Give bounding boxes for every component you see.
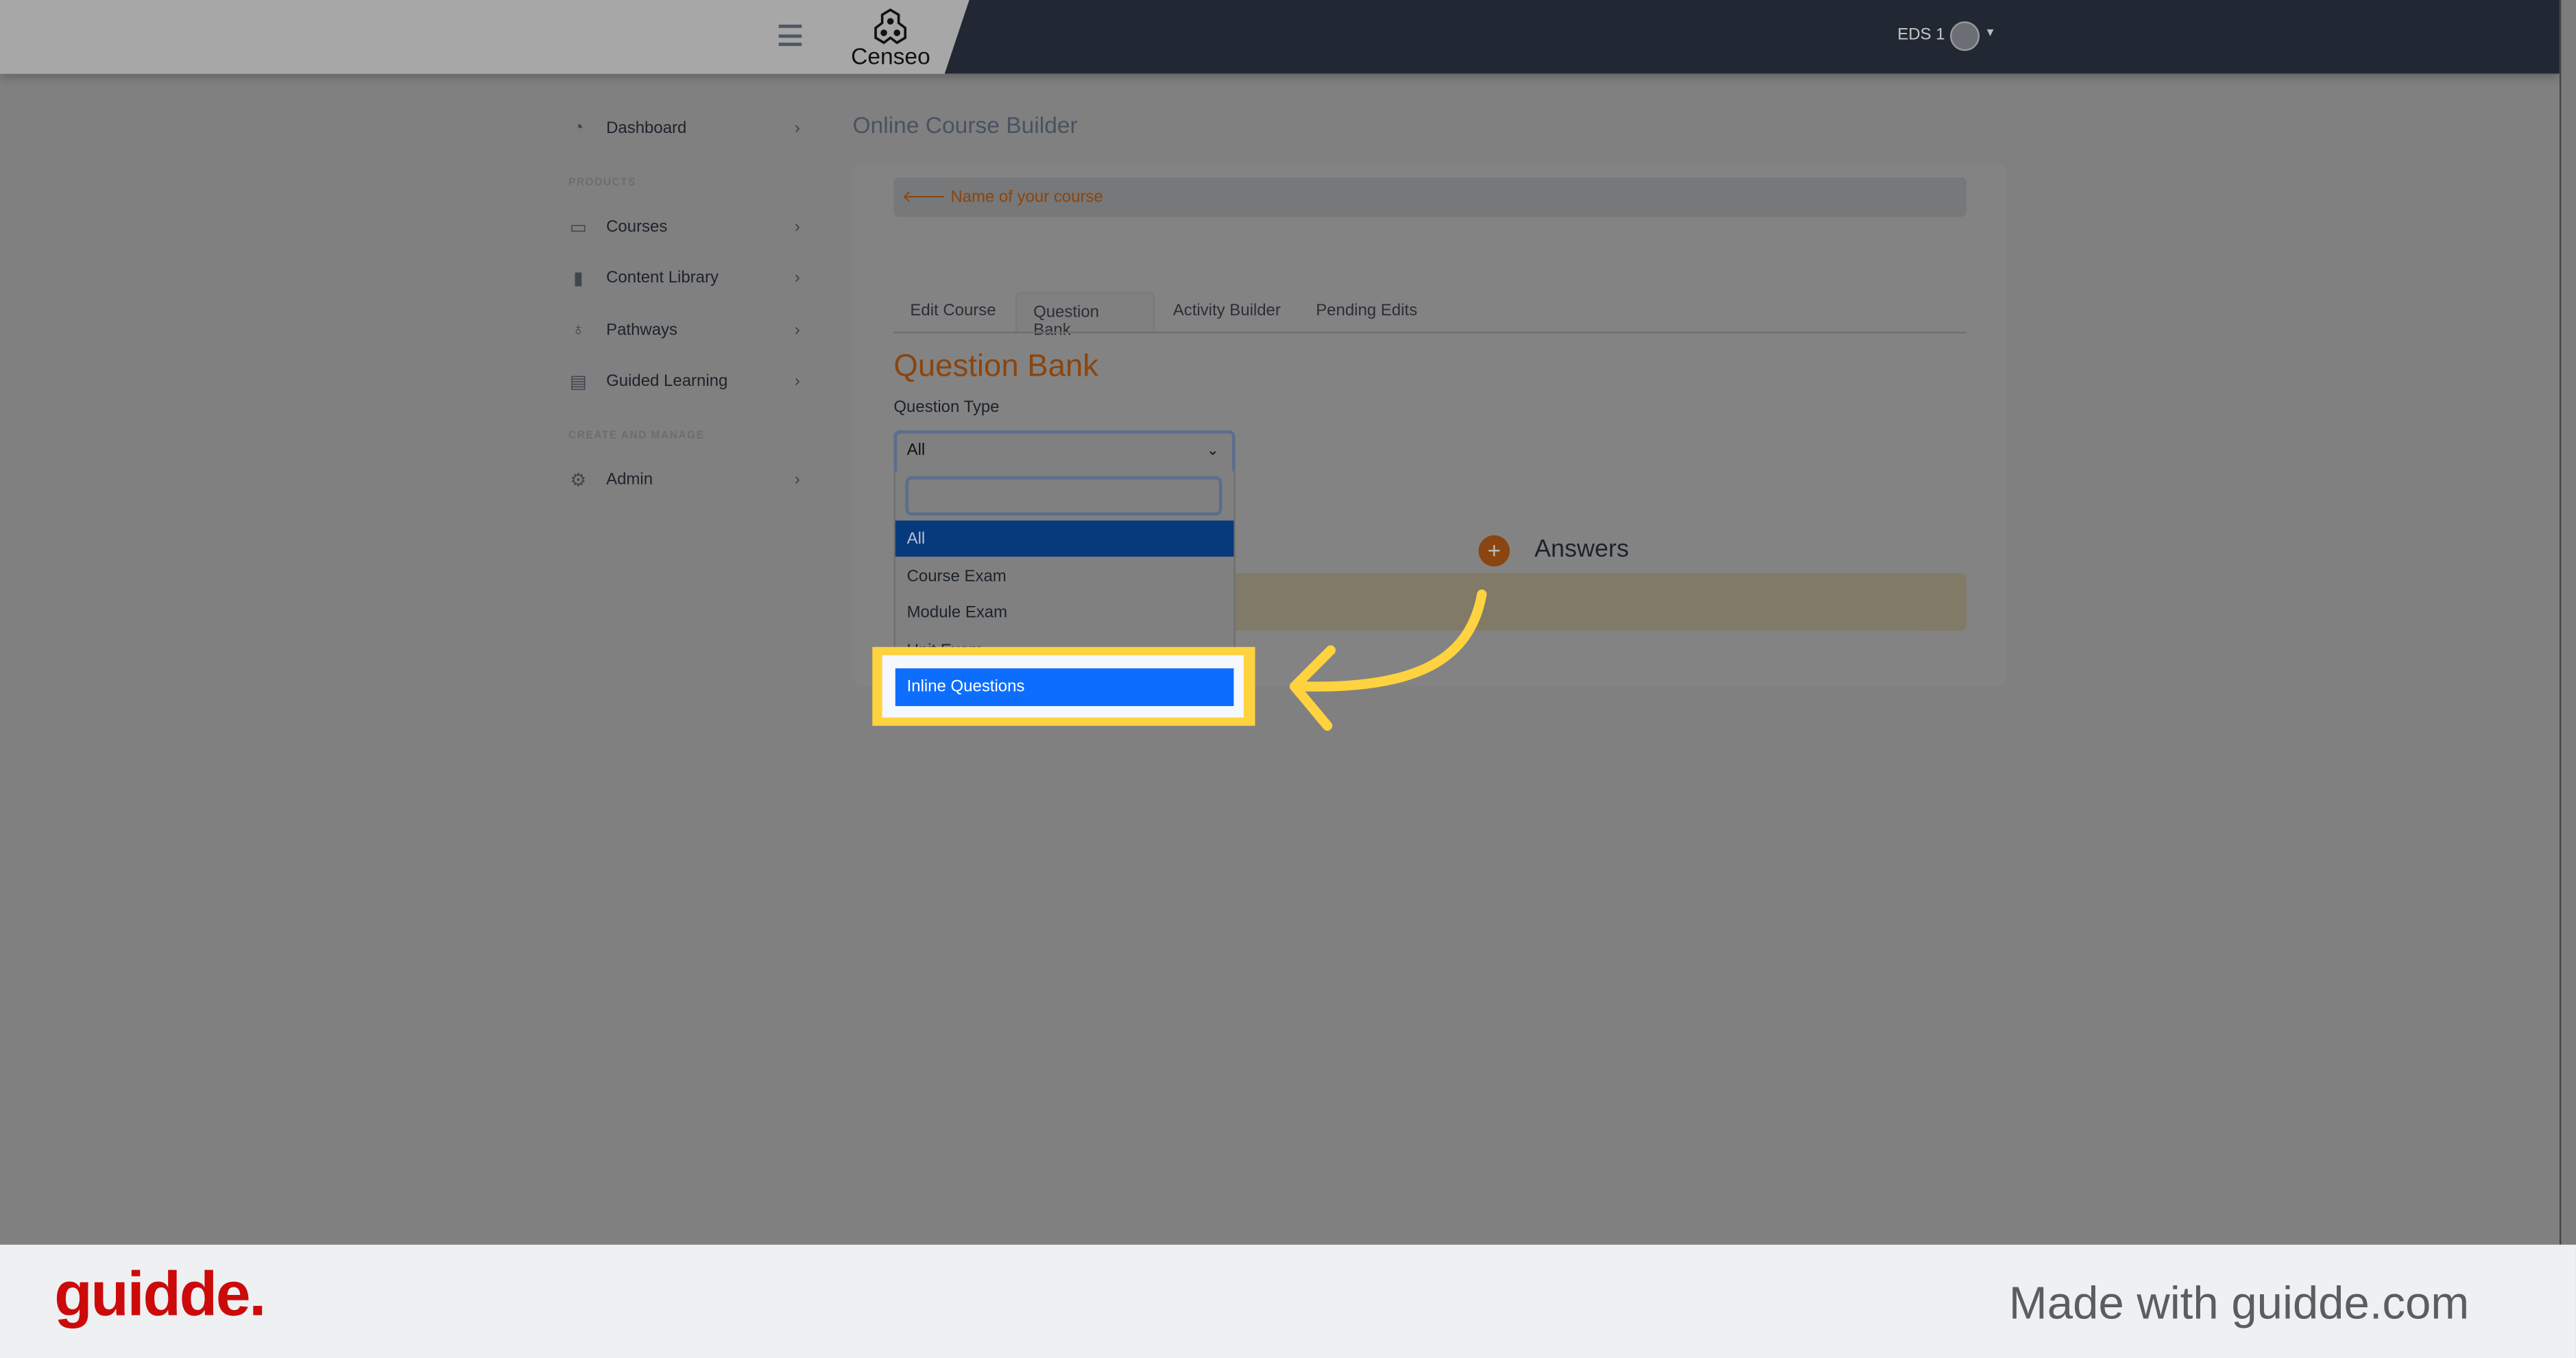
arrow-left-icon: 🡐 — [902, 189, 951, 207]
made-with-text: Made with guidde.com — [2008, 1277, 2470, 1329]
award-icon: ♁ — [571, 320, 586, 340]
header-dark-band — [944, 0, 2560, 74]
page-title: Online Course Builder — [852, 111, 1078, 138]
sidebar-item-dashboard[interactable]: ◔ Dashboard › — [568, 112, 806, 145]
answers-label: Answers — [1534, 535, 1629, 563]
censeo-logo-icon — [874, 8, 906, 45]
caret-down-icon[interactable]: ▼ — [1984, 28, 1996, 40]
sidebar-item-label: Courses — [606, 217, 668, 236]
user-name[interactable]: EDS 1 — [1897, 26, 1945, 44]
gauge-icon: ◔ — [573, 118, 584, 138]
pointer-arrow-icon — [1289, 589, 1487, 731]
sidebar-item-courses[interactable]: ▭ Courses › — [568, 210, 806, 243]
gear-icon: ⚙ — [570, 470, 587, 491]
sidebar-item-pathways[interactable]: ♁ Pathways › — [568, 314, 806, 347]
scrollbar[interactable] — [2559, 0, 2576, 1245]
option-module-exam[interactable]: Module Exam — [895, 594, 1234, 631]
clipboard-icon: ▤ — [569, 372, 587, 392]
sidebar-item-guided-learning[interactable]: ▤ Guided Learning › — [568, 365, 806, 398]
back-link[interactable]: 🡐 Name of your course — [893, 177, 1967, 217]
add-answer-plus-icon[interactable]: + — [1478, 535, 1510, 567]
chevron-right-icon: › — [794, 119, 800, 138]
chalkboard-icon: ▭ — [569, 217, 587, 238]
hamburger-menu-icon[interactable] — [778, 24, 802, 47]
sidebar-item-label: Content Library — [606, 268, 719, 287]
sidebar-item-admin[interactable]: ⚙ Admin › — [568, 463, 806, 496]
chevron-right-icon: › — [794, 268, 800, 287]
logo-text: Censeo — [851, 43, 930, 69]
sidebar-item-label: Guided Learning — [606, 372, 728, 390]
section-create-manage: CREATE AND MANAGE — [568, 430, 705, 442]
tab-pending-edits[interactable]: Pending Edits — [1299, 292, 1434, 331]
guidde-logo: guidde. — [54, 1261, 266, 1331]
chevron-right-icon: › — [794, 217, 800, 236]
option-inline-questions[interactable]: Inline Questions — [895, 668, 1234, 707]
tab-activity-builder[interactable]: Activity Builder — [1157, 292, 1297, 331]
chevron-right-icon: › — [794, 321, 800, 339]
screen: Censeo EDS 1 ▼ ◔ Dashboard › PRODUCTS ▭ Cou… — [0, 0, 2576, 1358]
chevron-down-icon: ⌄ — [1206, 441, 1219, 459]
sidebar-item-label: Admin — [606, 470, 653, 489]
back-link-text: Name of your course — [950, 189, 1103, 207]
book-icon: ▮ — [573, 268, 583, 289]
sidebar-item-label: Dashboard — [606, 119, 687, 138]
chevron-right-icon: › — [794, 372, 800, 390]
tab-question-bank[interactable]: Question Bank — [1015, 292, 1155, 340]
chevron-right-icon: › — [794, 470, 800, 489]
dropdown-search-input[interactable] — [905, 476, 1223, 516]
sidebar-item-content-library[interactable]: ▮ Content Library › — [568, 261, 806, 294]
select-value: All — [906, 441, 926, 460]
option-course-exam[interactable]: Course Exam — [895, 558, 1234, 594]
tab-edit-course[interactable]: Edit Course — [893, 292, 1012, 331]
tab-divider — [893, 331, 1967, 334]
section-heading: Question Bank — [893, 350, 1099, 385]
question-type-label: Question Type — [893, 399, 1000, 417]
section-products: PRODUCTS — [568, 177, 636, 189]
question-type-select[interactable]: All ⌄ — [893, 430, 1236, 472]
option-all[interactable]: All — [895, 520, 1234, 557]
sidebar-item-label: Pathways — [606, 321, 678, 339]
avatar-icon[interactable] — [1950, 21, 1980, 51]
